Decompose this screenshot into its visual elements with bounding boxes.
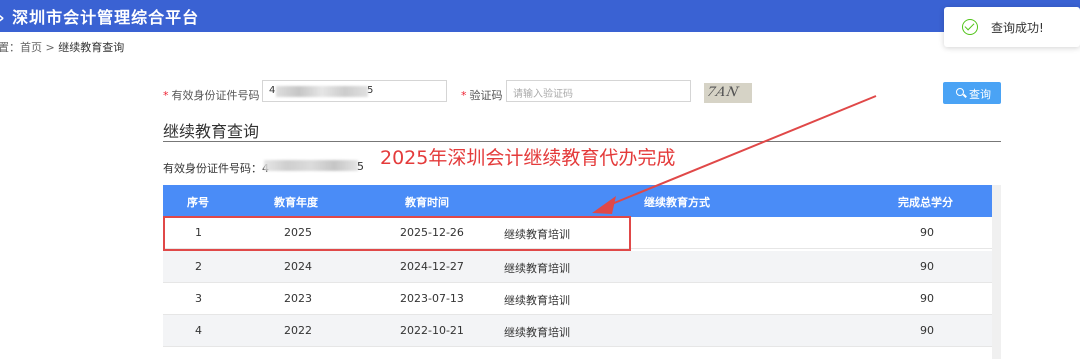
annotation-arrow xyxy=(592,95,877,214)
